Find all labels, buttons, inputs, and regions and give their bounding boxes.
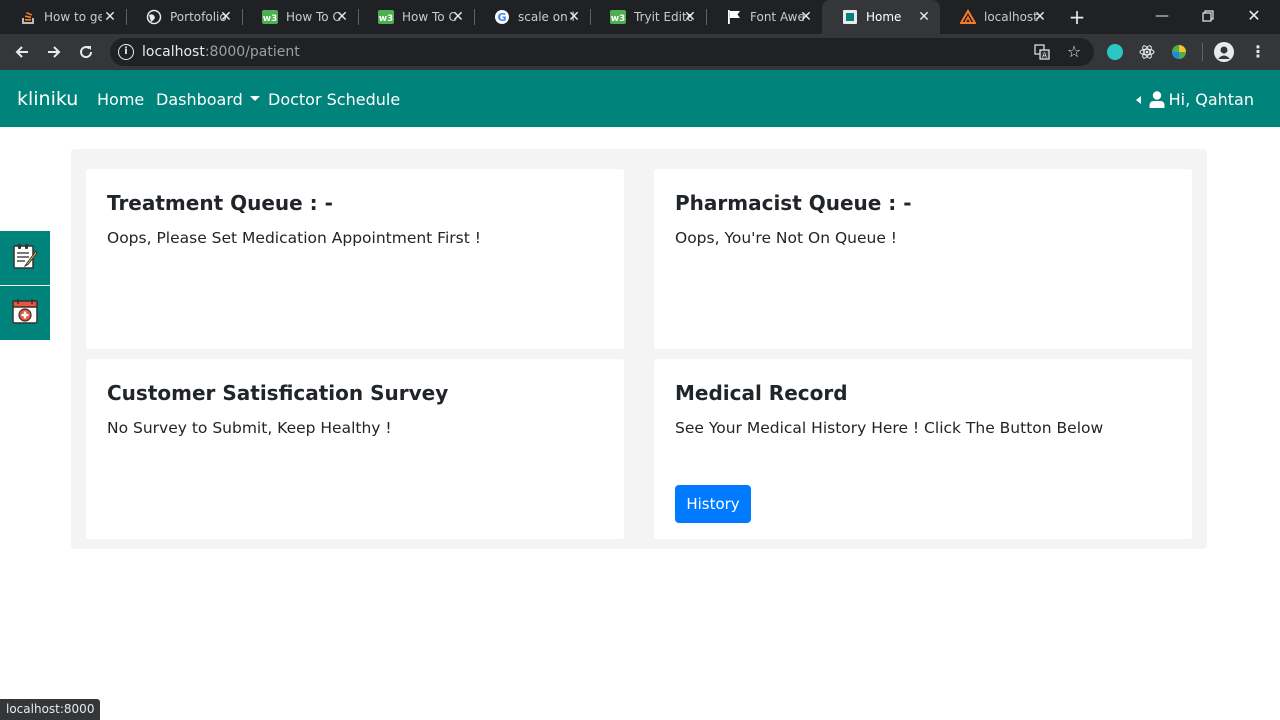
react-devtools-icon[interactable]	[1139, 44, 1155, 60]
notepad-icon	[10, 241, 40, 275]
browser-tab[interactable]: G scale on h ✕	[474, 0, 591, 34]
browser-menu-icon[interactable]: ⋮	[1250, 40, 1266, 64]
card-text: See Your Medical History Here ! Click Th…	[675, 419, 1104, 437]
nav-doctor-schedule[interactable]: Doctor Schedule	[268, 90, 400, 109]
medical-record-card: Medical Record See Your Medical History …	[654, 359, 1192, 539]
translate-icon[interactable]: A	[1034, 44, 1050, 60]
w3schools-icon: w3	[262, 9, 278, 25]
back-icon[interactable]	[10, 40, 34, 64]
browser-tab[interactable]: w3 How To C ✕	[358, 0, 475, 34]
nav-home[interactable]: Home	[97, 90, 144, 109]
globe-icon	[146, 9, 162, 25]
treatment-queue-card: Treatment Queue : - Oops, Please Set Med…	[86, 169, 624, 349]
svg-text:w3: w3	[611, 14, 626, 24]
color-picker-extension-icon[interactable]	[1171, 44, 1187, 60]
card-title: Medical Record	[675, 381, 848, 405]
profile-avatar-icon[interactable]	[1214, 42, 1234, 62]
browser-status-bar: localhost:8000	[0, 699, 101, 720]
close-tab-icon[interactable]: ✕	[218, 9, 234, 25]
user-icon	[1149, 91, 1165, 108]
card-title: Customer Satisfication Survey	[107, 381, 449, 405]
close-tab-icon[interactable]: ✕	[450, 9, 466, 25]
close-tab-icon[interactable]: ✕	[916, 9, 932, 25]
stackoverflow-icon	[20, 9, 36, 25]
reload-icon[interactable]	[74, 40, 98, 64]
extension-icon[interactable]	[1107, 44, 1123, 60]
app-navbar: kliniku Home Dashboard Doctor Schedule H…	[0, 70, 1280, 127]
pharmacist-queue-card: Pharmacist Queue : - Oops, You're Not On…	[654, 169, 1192, 349]
browser-tab[interactable]: w3 Tryit Edito ✕	[590, 0, 707, 34]
tab-title: How to ge	[44, 10, 102, 24]
card-title: Treatment Queue : -	[107, 191, 333, 215]
close-tab-icon[interactable]: ✕	[334, 9, 350, 25]
new-tab-button[interactable]: +	[1066, 7, 1088, 27]
close-window-icon[interactable]: ✕	[1242, 4, 1266, 28]
dashboard-panel: Treatment Queue : - Oops, Please Set Med…	[71, 149, 1207, 549]
close-tab-icon[interactable]: ✕	[682, 9, 698, 25]
restore-icon[interactable]	[1196, 4, 1220, 28]
close-tab-icon[interactable]: ✕	[1032, 9, 1048, 25]
medical-calendar-icon	[10, 296, 40, 330]
nav-dashboard[interactable]: Dashboard	[156, 90, 260, 109]
brand-logo[interactable]: kliniku	[17, 88, 78, 110]
browser-tab[interactable]: Portofolio ✕	[126, 0, 243, 34]
google-icon: G	[494, 9, 510, 25]
browser-tab-strip: How to ge ✕ Portofolio ✕ w3 How To C ✕ w…	[0, 0, 1280, 34]
forward-icon[interactable]	[42, 40, 66, 64]
browser-tab[interactable]: How to ge ✕	[0, 0, 127, 34]
svg-text:A: A	[1042, 52, 1047, 60]
nav-dashboard-label: Dashboard	[156, 90, 243, 109]
browser-tab[interactable]: localhost ✕	[940, 0, 1056, 34]
flag-icon	[726, 9, 742, 25]
side-medical-calendar-button[interactable]	[0, 286, 50, 340]
chevron-down-icon	[249, 96, 260, 101]
xampp-icon	[960, 9, 976, 25]
card-text: Oops, You're Not On Queue !	[675, 229, 898, 247]
card-text: No Survey to Submit, Keep Healthy !	[107, 419, 392, 437]
w3schools-icon: w3	[610, 9, 626, 25]
svg-text:w3: w3	[263, 14, 278, 24]
user-menu[interactable]: Hi, Qahtan	[1135, 90, 1254, 109]
card-text: Oops, Please Set Medication Appointment …	[107, 229, 481, 247]
minimize-icon[interactable]: —	[1150, 4, 1174, 28]
svg-text:G: G	[497, 11, 506, 24]
browser-tab[interactable]: w3 How To C ✕	[242, 0, 359, 34]
user-greeting: Hi, Qahtan	[1168, 90, 1254, 109]
bookmark-star-icon[interactable]: ☆	[1066, 44, 1082, 60]
svg-text:w3: w3	[379, 14, 394, 24]
caret-left-icon	[1135, 95, 1141, 104]
side-notepad-button[interactable]	[0, 231, 50, 285]
browser-tab[interactable]: Font Awe ✕	[706, 0, 822, 34]
site-info-icon[interactable]: i	[118, 44, 134, 60]
survey-card: Customer Satisfication Survey No Survey …	[86, 359, 624, 539]
history-button[interactable]: History	[675, 485, 751, 523]
close-tab-icon[interactable]: ✕	[102, 9, 118, 25]
address-bar[interactable]: i localhost:8000/patient A ☆	[110, 38, 1094, 66]
card-title: Pharmacist Queue : -	[675, 191, 912, 215]
url-text[interactable]: localhost:8000/patient	[142, 44, 300, 60]
close-tab-icon[interactable]: ✕	[798, 9, 814, 25]
browser-tab-active[interactable]: Home ✕	[822, 0, 940, 34]
w3schools-icon: w3	[378, 9, 394, 25]
page-icon	[842, 9, 858, 25]
close-tab-icon[interactable]: ✕	[566, 9, 582, 25]
browser-toolbar: i localhost:8000/patient A ☆ ⋮	[0, 34, 1280, 70]
